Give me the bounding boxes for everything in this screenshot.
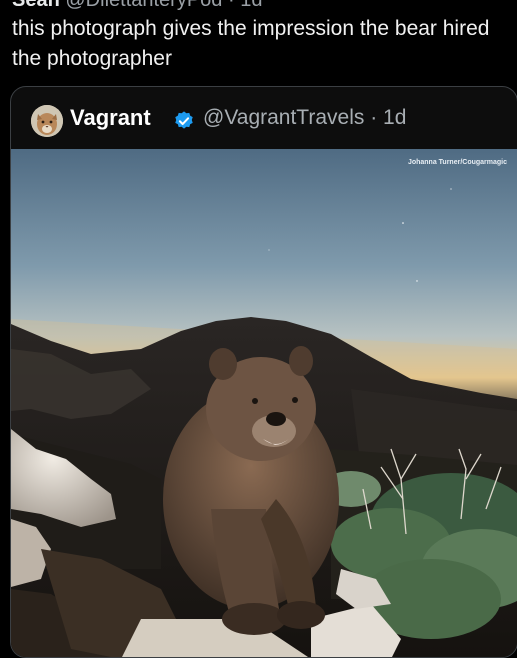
avatar-cougar-icon [31,105,63,137]
quoted-tweet-card[interactable]: Vagrant @VagrantTravels · 1d Johanna Tur… [10,86,517,658]
quoted-author-name[interactable]: Vagrant [70,105,151,131]
author-handle-time[interactable]: @DilettanteryPod · 1d [65,0,262,11]
photo-credit: Johanna Turner/Cougarmagic [407,159,507,166]
tweet-text: this photograph gives the impression the… [12,17,490,70]
author-name[interactable]: Sean [12,0,60,11]
avatar[interactable] [31,105,63,137]
bear-photo[interactable]: Johanna Turner/Cougarmagic [11,149,517,657]
verified-badge-icon [175,111,193,129]
previous-tweet-header-cutoff: Sean @DilettanteryPod · 1d [0,0,517,14]
bear-photo-image [11,149,517,657]
quoted-tweet-header: Vagrant @VagrantTravels · 1d [11,87,517,149]
quoted-author-handle-time[interactable]: @VagrantTravels · 1d [203,106,406,130]
